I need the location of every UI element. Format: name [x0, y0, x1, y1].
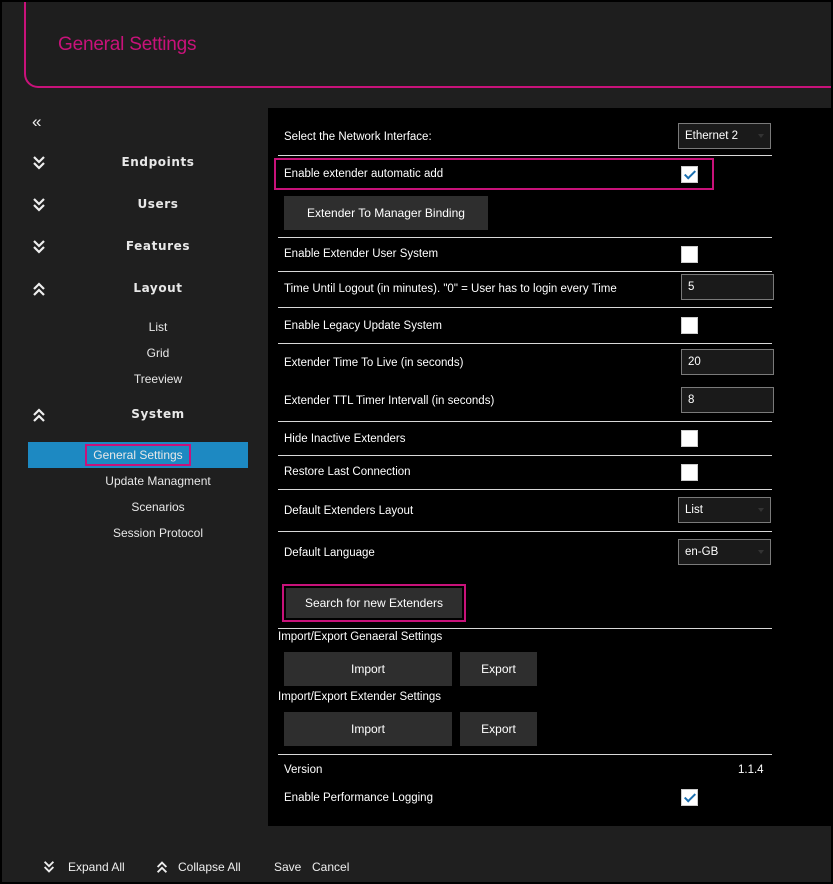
sidebar-section-label: System — [131, 407, 185, 421]
default-layout-select[interactable]: List — [678, 497, 771, 523]
double-chevron-up-icon — [156, 861, 168, 873]
sidebar-section-users[interactable]: Users — [2, 194, 268, 218]
divider — [278, 307, 772, 308]
network-interface-select[interactable]: Ethernet 2 — [678, 123, 771, 149]
sidebar-section-features[interactable]: Features — [2, 236, 268, 260]
extender-export-button[interactable]: Export — [460, 712, 537, 746]
logout-time-input[interactable]: 5 — [681, 274, 774, 300]
sidebar-section-label: Endpoints — [121, 155, 195, 169]
collapse-all-button[interactable]: Collapse All — [178, 860, 241, 874]
bottom-bar: Expand All Collapse All Save Cancel — [2, 852, 831, 882]
ttl-interval-label: Extender TTL Timer Intervall (in seconds… — [284, 395, 495, 407]
divider — [278, 155, 772, 156]
default-language-select[interactable]: en-GB — [678, 539, 771, 565]
ttl-interval-input[interactable]: 8 — [681, 387, 774, 413]
expand-all-button[interactable]: Expand All — [68, 860, 125, 874]
sidebar-section-layout[interactable]: Layout — [2, 278, 268, 302]
performance-logging-label: Enable Performance Logging — [284, 792, 433, 804]
sidebar-section-label: Features — [125, 239, 191, 253]
general-import-button[interactable]: Import — [284, 652, 452, 686]
sidebar-section-label: Users — [137, 197, 179, 211]
sidebar-section-label: Layout — [133, 281, 183, 295]
search-extenders-button[interactable]: Search for new Extenders — [286, 588, 462, 618]
extender-import-button[interactable]: Import — [284, 712, 452, 746]
restore-connection-checkbox[interactable] — [681, 464, 698, 481]
divider — [278, 754, 772, 755]
restore-connection-label: Restore Last Connection — [284, 466, 411, 478]
hide-inactive-checkbox[interactable] — [681, 430, 698, 447]
sidebar-item-session-protocol[interactable]: Session Protocol — [2, 524, 268, 542]
save-button[interactable]: Save — [274, 860, 301, 874]
divider — [278, 271, 772, 272]
general-import-export-title: Import/Export Genaeral Settings — [278, 631, 443, 643]
divider — [278, 421, 772, 422]
general-export-button[interactable]: Export — [460, 652, 537, 686]
header: General Settings — [24, 2, 831, 88]
ttl-label: Extender Time To Live (in seconds) — [284, 357, 464, 369]
sidebar: « Endpoints Users Features Layout List G… — [2, 102, 268, 832]
divider — [278, 489, 772, 490]
default-layout-value: List — [685, 504, 703, 516]
version-value: 1.1.4 — [738, 764, 764, 776]
sidebar-item-label: General Settings — [85, 444, 191, 466]
default-language-value: en-GB — [685, 546, 719, 558]
logout-time-label: Time Until Logout (in minutes). "0" = Us… — [284, 283, 617, 295]
extender-binding-button[interactable]: Extender To Manager Binding — [284, 196, 488, 230]
divider — [278, 455, 772, 456]
hide-inactive-label: Hide Inactive Extenders — [284, 433, 406, 445]
user-system-checkbox[interactable] — [681, 246, 698, 263]
divider — [278, 343, 772, 344]
extender-import-export-title: Import/Export Extender Settings — [278, 691, 441, 703]
auto-add-checkbox[interactable] — [681, 166, 698, 183]
default-layout-label: Default Extenders Layout — [284, 505, 414, 517]
default-language-label: Default Language — [284, 547, 375, 559]
sidebar-item-list[interactable]: List — [2, 318, 268, 336]
divider — [278, 237, 772, 238]
double-chevron-down-icon — [43, 861, 55, 873]
version-label: Version — [284, 764, 323, 776]
sidebar-item-grid[interactable]: Grid — [2, 344, 268, 362]
sidebar-item-update-managment[interactable]: Update Managment — [2, 472, 268, 490]
auto-add-label: Enable extender automatic add — [284, 168, 444, 180]
divider — [278, 531, 772, 532]
user-system-label: Enable Extender User System — [284, 248, 439, 260]
dropdown-arrow-icon — [758, 508, 764, 512]
app-window: General Settings « Endpoints Users Featu… — [0, 0, 833, 884]
dropdown-arrow-icon — [758, 550, 764, 554]
cancel-button[interactable]: Cancel — [312, 860, 349, 874]
performance-logging-checkbox[interactable] — [681, 789, 698, 806]
divider — [278, 628, 772, 629]
sidebar-section-endpoints[interactable]: Endpoints — [2, 152, 268, 176]
sidebar-item-general-settings[interactable]: General Settings — [28, 442, 248, 468]
sidebar-section-system[interactable]: System — [2, 404, 268, 428]
legacy-update-label: Enable Legacy Update System — [284, 320, 442, 332]
network-interface-value: Ethernet 2 — [685, 130, 739, 142]
sidebar-item-treeview[interactable]: Treeview — [2, 370, 268, 388]
legacy-update-checkbox[interactable] — [681, 317, 698, 334]
sidebar-item-scenarios[interactable]: Scenarios — [2, 498, 268, 516]
collapse-sidebar-icon[interactable]: « — [32, 112, 41, 132]
network-interface-label: Select the Network Interface: — [284, 131, 432, 143]
settings-panel: Select the Network Interface: Ethernet 2… — [268, 108, 831, 826]
ttl-input[interactable]: 20 — [681, 349, 774, 375]
dropdown-arrow-icon — [758, 134, 764, 138]
page-title: General Settings — [58, 34, 197, 55]
